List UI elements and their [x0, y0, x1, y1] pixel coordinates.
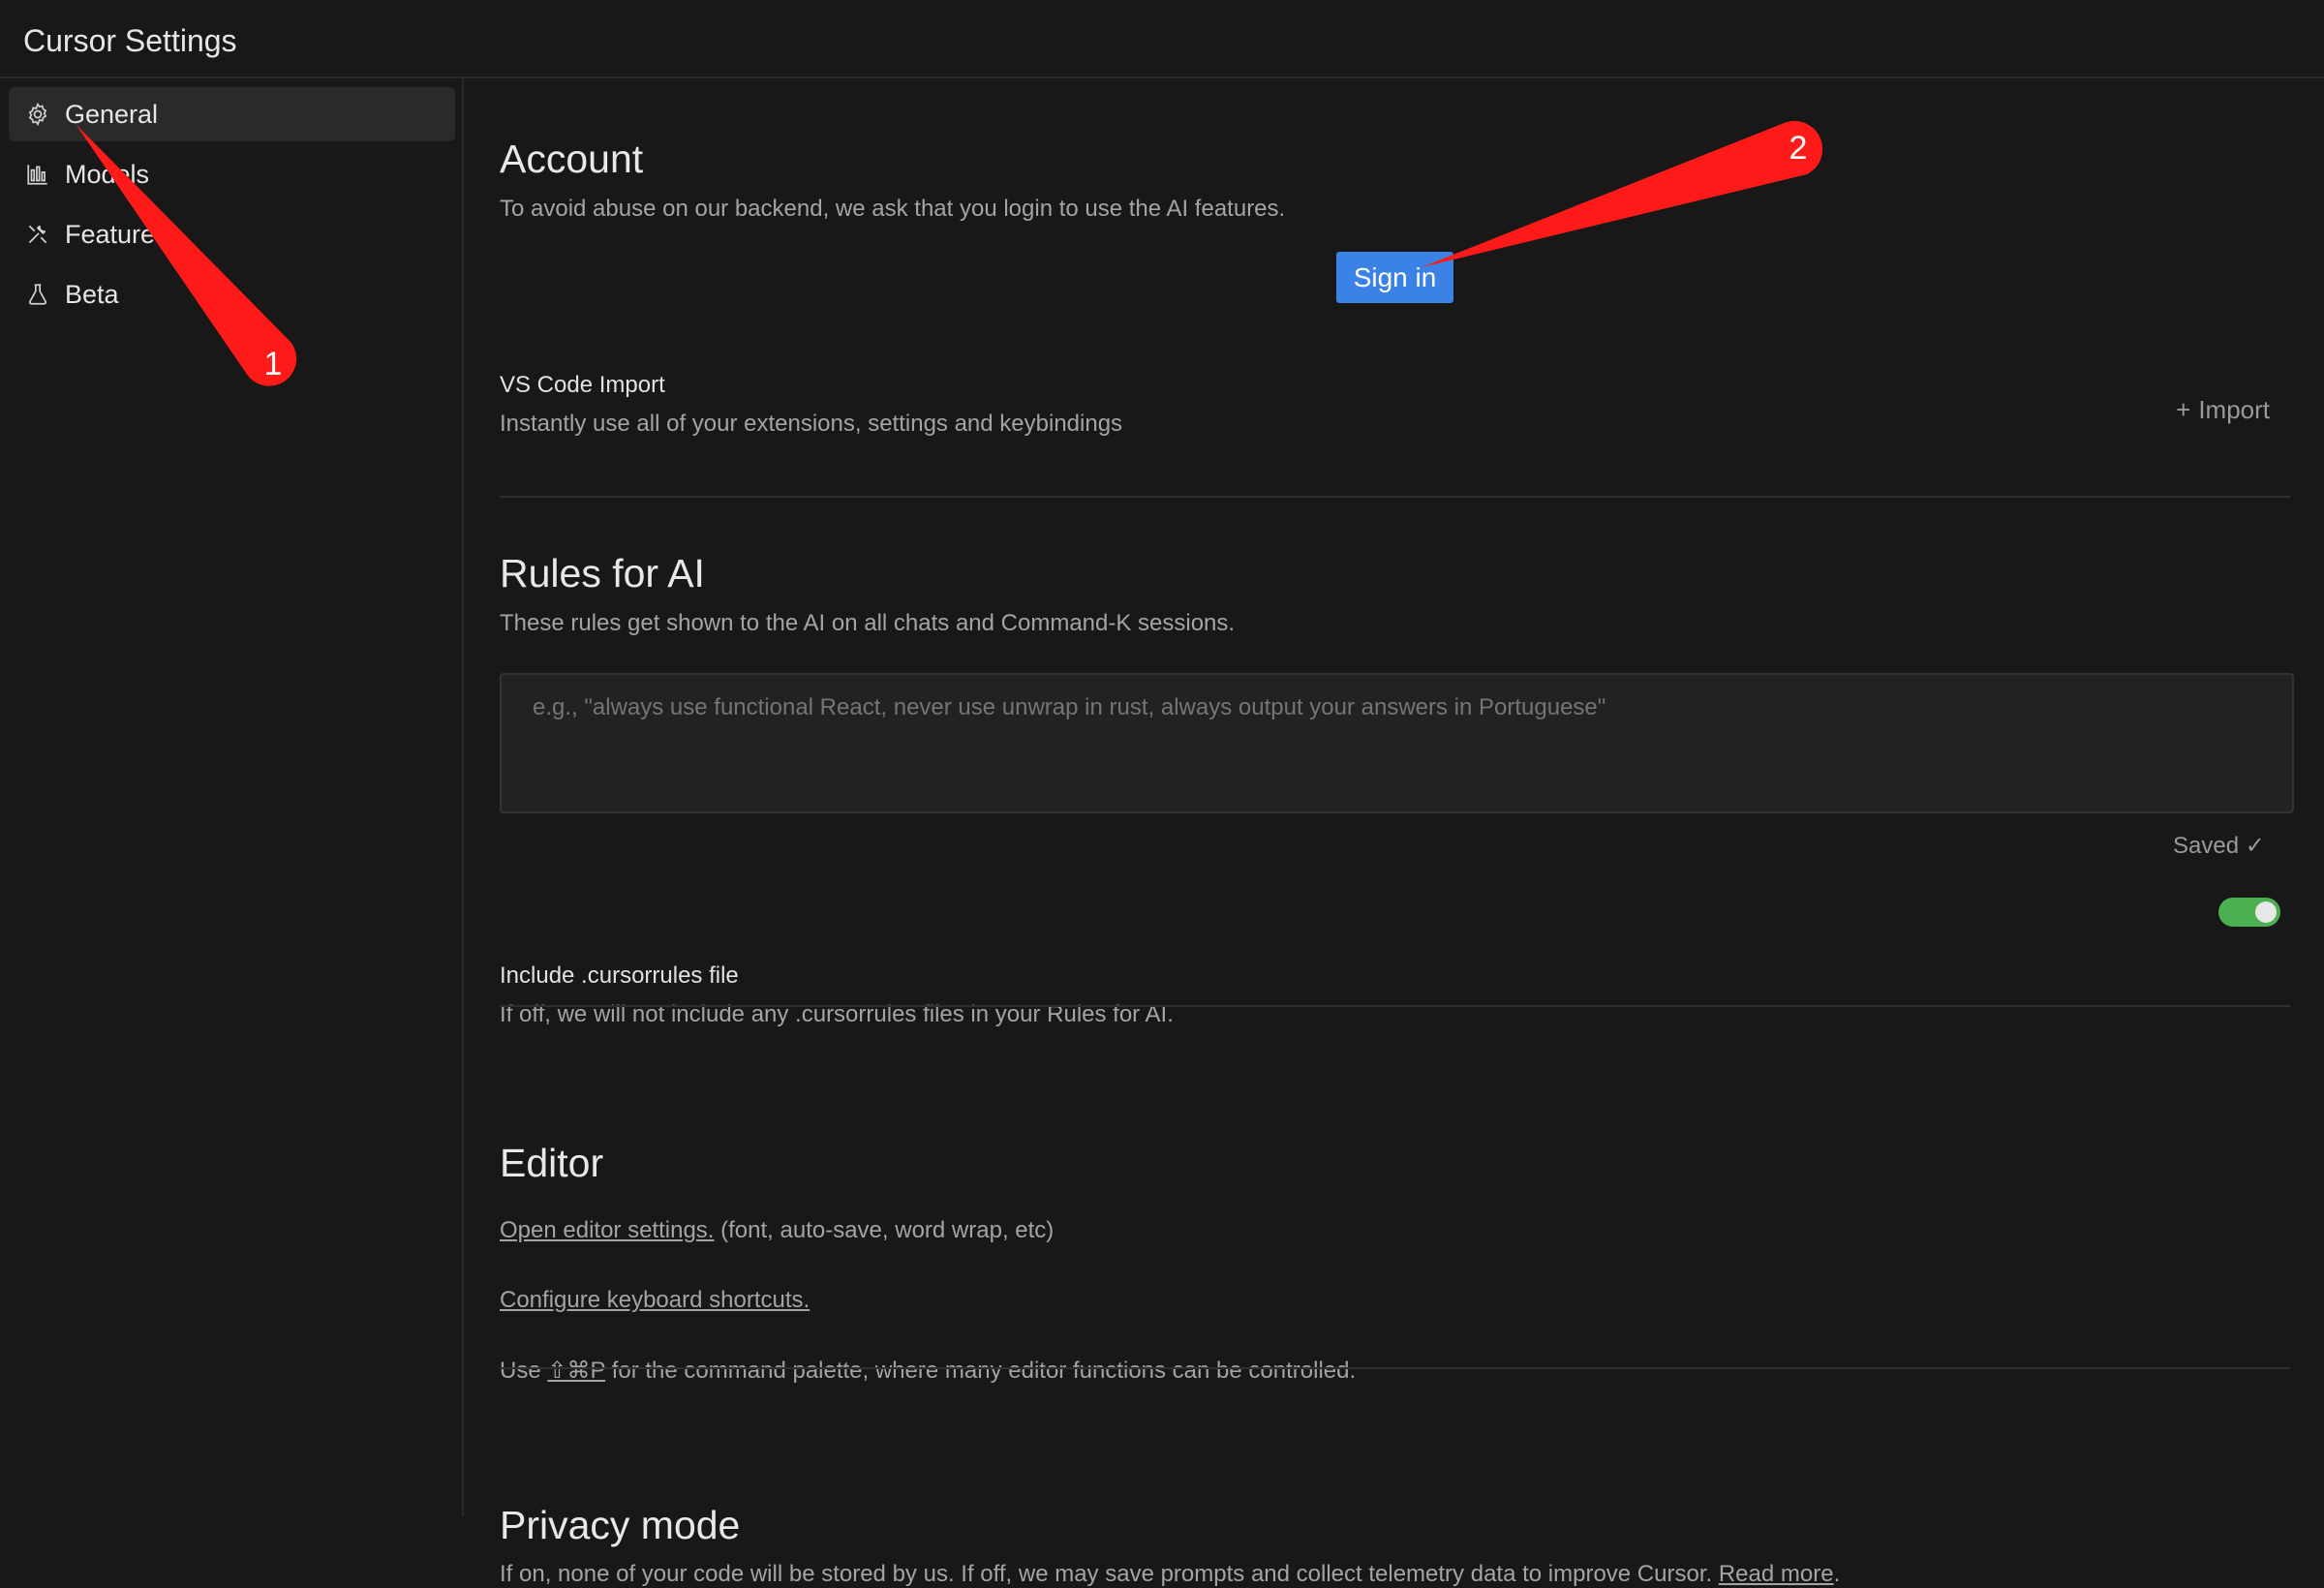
sidebar-item-models[interactable]: Models [9, 147, 455, 201]
import-label: Import [2198, 395, 2270, 424]
editor-settings-suffix: (font, auto-save, word wrap, etc) [714, 1217, 1055, 1243]
period: . [1833, 1561, 1841, 1587]
window-title: Cursor Settings [23, 23, 237, 58]
vscode-import-description: Instantly use all of your extensions, se… [500, 411, 1123, 437]
account-description: To avoid abuse on our backend, we ask th… [500, 196, 1286, 222]
sidebar-item-features[interactable]: Features [9, 207, 455, 261]
bar-chart-icon [24, 161, 51, 188]
sign-in-button[interactable]: Sign in [1336, 252, 1453, 303]
sidebar-item-beta[interactable]: Beta [9, 267, 455, 321]
sidebar-item-label: Features [65, 219, 168, 249]
open-editor-settings-link[interactable]: Open editor settings. [500, 1217, 714, 1243]
editor-heading: Editor [500, 1141, 604, 1185]
cursorrules-toggle[interactable] [2218, 898, 2280, 927]
title-bar: Cursor Settings [0, 0, 2324, 78]
configure-shortcuts-link[interactable]: Configure keyboard shortcuts. [500, 1287, 810, 1313]
rules-heading: Rules for AI [500, 551, 705, 596]
toggle-knob [2255, 901, 2277, 923]
command-palette-line: Use ⇧⌘P for the command palette, where m… [500, 1357, 1356, 1385]
command-palette-shortcut[interactable]: ⇧⌘P [547, 1358, 605, 1384]
gear-icon [24, 101, 51, 128]
palette-suffix: for the command palette, where many edit… [605, 1358, 1357, 1384]
sidebar-item-label: General [65, 99, 159, 129]
divider [500, 1367, 2290, 1369]
palette-prefix: Use [500, 1358, 548, 1384]
account-heading: Account [500, 137, 644, 181]
sidebar-item-label: Beta [65, 279, 119, 309]
settings-main: Account To avoid abuse on our backend, w… [466, 78, 2324, 1587]
editor-settings-line: Open editor settings. (font, auto-save, … [500, 1217, 1054, 1244]
sidebar-item-label: Models [65, 159, 150, 189]
divider [500, 496, 2290, 498]
saved-status: Saved ✓ [2173, 833, 2265, 859]
rules-input[interactable] [500, 673, 2294, 813]
privacy-description: If on, none of your code will be stored … [500, 1561, 1713, 1587]
vscode-import-title: VS Code Import [500, 372, 665, 398]
plus-icon: + [2176, 395, 2191, 424]
shortcuts-line: Configure keyboard shortcuts. [500, 1287, 810, 1314]
rules-description: These rules get shown to the AI on all c… [500, 610, 1236, 636]
sidebar: General Models Features Beta [0, 78, 464, 1516]
tools-icon [24, 221, 51, 248]
divider [500, 1005, 2290, 1007]
cursorrules-title: Include .cursorrules file [500, 962, 739, 989]
read-more-link[interactable]: Read more [1719, 1561, 1834, 1587]
import-button[interactable]: + Import [2176, 395, 2270, 425]
flask-icon [24, 281, 51, 308]
sidebar-item-general[interactable]: General [9, 87, 455, 141]
privacy-heading: Privacy mode [500, 1503, 741, 1547]
privacy-description-line: If on, none of your code will be stored … [500, 1561, 1840, 1588]
